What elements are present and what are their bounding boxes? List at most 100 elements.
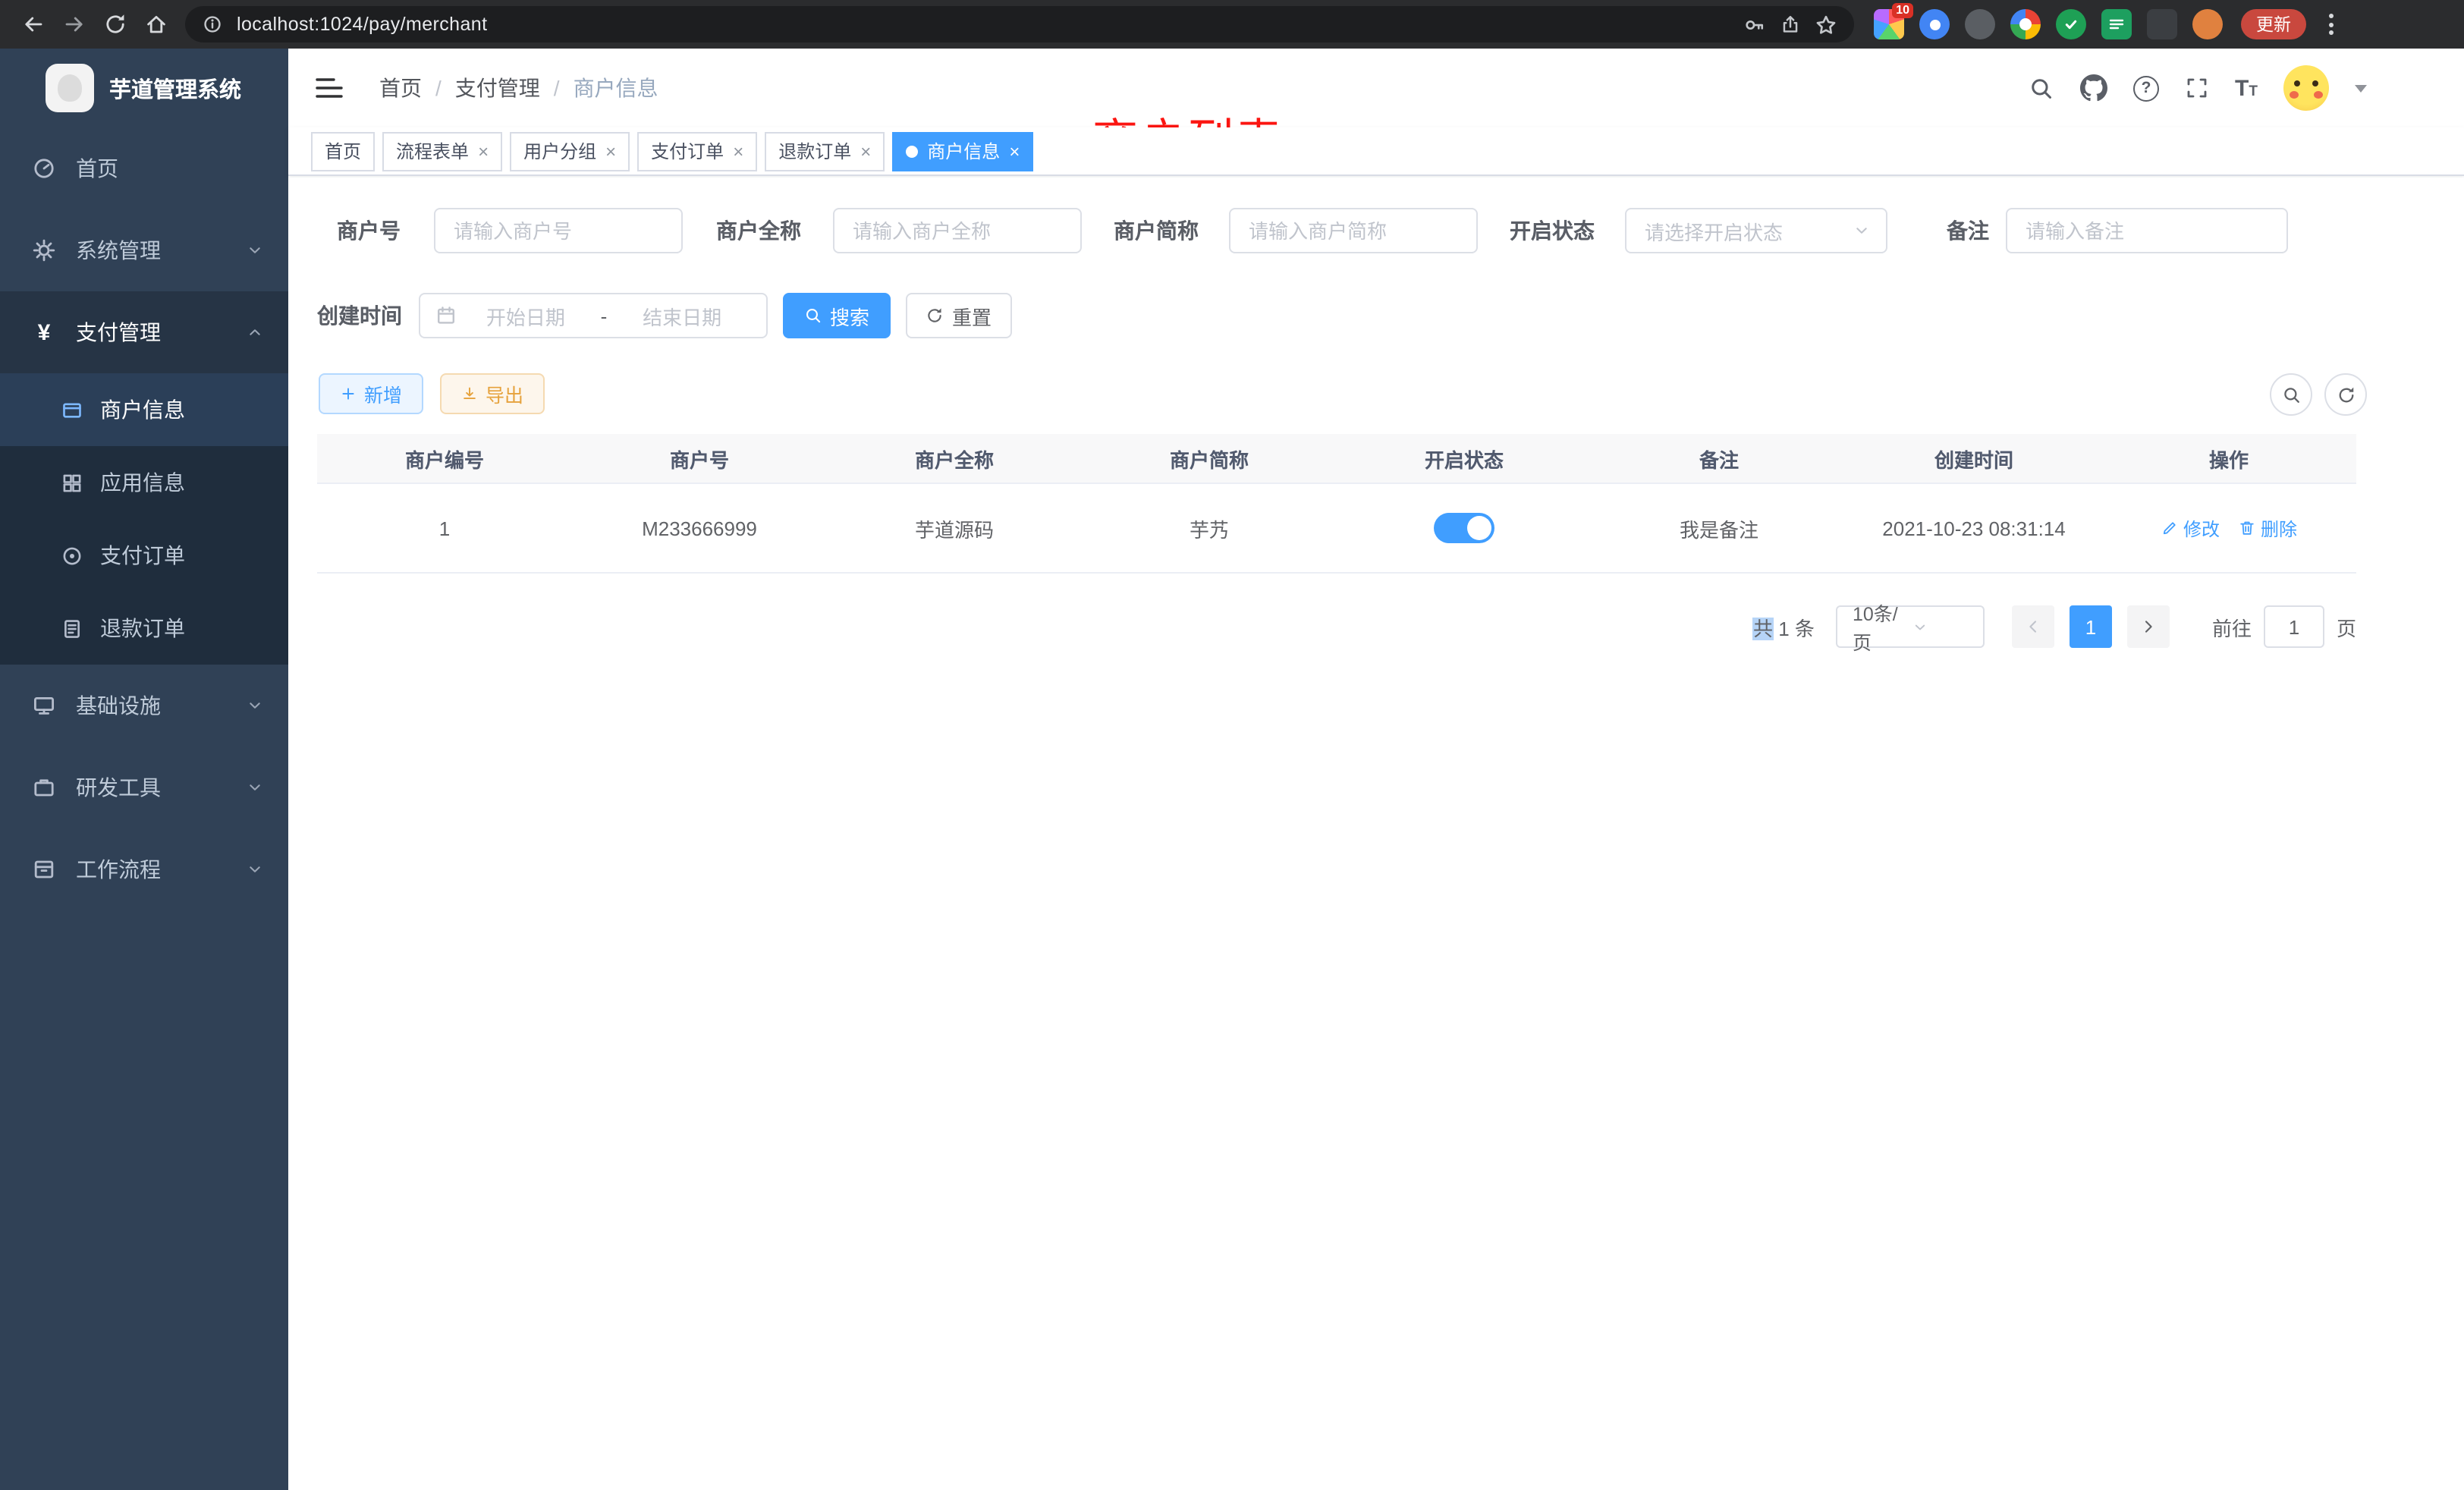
tab-close-icon[interactable]: × <box>605 142 616 160</box>
extension-sheet-icon[interactable] <box>2101 9 2132 39</box>
active-tab-dot <box>906 145 918 157</box>
merchant-name-input[interactable] <box>833 208 1082 253</box>
tab-user-group[interactable]: 用户分组 × <box>510 131 630 171</box>
export-button[interactable]: 导出 <box>440 373 545 414</box>
address-bar[interactable]: localhost:1024/pay/merchant <box>185 6 1854 42</box>
extension-puzzle-icon[interactable] <box>2147 9 2177 39</box>
total-count-rest: 1 条 <box>1773 617 1815 640</box>
tab-close-icon[interactable]: × <box>733 142 743 160</box>
help-icon[interactable]: ? <box>2133 75 2159 101</box>
chevron-up-icon <box>246 323 264 341</box>
extension-dark-icon[interactable] <box>1965 9 1995 39</box>
refresh-icon-button[interactable] <box>2324 373 2367 416</box>
date-start-placeholder: 开始日期 <box>457 301 595 330</box>
yen-icon: ¥ <box>29 321 59 344</box>
sidebar-item-label: 商户信息 <box>100 395 185 425</box>
extension-color-wheel-icon[interactable] <box>2010 9 2041 39</box>
sidebar-item-workflow[interactable]: 工作流程 <box>0 828 288 910</box>
tab-close-icon[interactable]: × <box>860 142 871 160</box>
sidebar-item-merchant-info[interactable]: 商户信息 <box>0 373 288 446</box>
page-size-value: 10条/页 <box>1853 598 1912 655</box>
main-content: 商户号 商户全称 商户简称 开启状态 请选择开启状态 备注 创建时间 开始日期 … <box>288 178 2464 1490</box>
bookmark-star-icon[interactable] <box>1815 13 1837 36</box>
prev-page-button[interactable] <box>2012 605 2054 648</box>
sidebar-item-app-info[interactable]: 应用信息 <box>0 446 288 519</box>
fullscreen-icon[interactable] <box>2185 76 2209 100</box>
add-button[interactable]: 新增 <box>319 373 423 414</box>
search-button[interactable]: 搜索 <box>783 293 891 338</box>
share-icon[interactable] <box>1780 14 1801 35</box>
sidebar: 芋道管理系统 首页 系统管理 ¥ 支付管理 <box>0 49 288 1490</box>
delete-link[interactable]: 删除 <box>2238 515 2297 541</box>
tab-merchant-info[interactable]: 商户信息 × <box>892 131 1033 171</box>
table-header: 开启状态 <box>1337 434 1592 483</box>
edit-link[interactable]: 修改 <box>2161 515 2220 541</box>
github-icon[interactable] <box>2080 74 2107 102</box>
status-select[interactable]: 请选择开启状态 <box>1625 208 1887 253</box>
avatar[interactable] <box>2283 65 2329 111</box>
extension-pin-icon[interactable] <box>1919 9 1950 39</box>
chrome-update-button[interactable]: 更新 <box>2241 9 2306 39</box>
sidebar-collapse-icon[interactable] <box>316 77 343 99</box>
briefcase-icon <box>29 775 59 800</box>
sidebar-item-payment[interactable]: ¥ 支付管理 <box>0 291 288 373</box>
breadcrumb-separator: / <box>554 76 560 100</box>
search-icon[interactable] <box>2029 75 2054 101</box>
font-size-large-glyph: T <box>2235 77 2249 99</box>
sidebar-item-system[interactable]: 系统管理 <box>0 209 288 291</box>
reset-button[interactable]: 重置 <box>906 293 1012 338</box>
delete-link-label: 删除 <box>2261 515 2297 541</box>
merchant-no-input[interactable] <box>434 208 683 253</box>
tab-home[interactable]: 首页 <box>311 131 375 171</box>
status-toggle[interactable] <box>1434 513 1494 543</box>
table-row: 1 M233666999 芋道源码 芋艿 我是备注 2021-10-23 08:… <box>317 484 2356 574</box>
sidebar-item-home[interactable]: 首页 <box>0 127 288 209</box>
browser-back-icon[interactable] <box>12 4 53 45</box>
cell-actions: 修改 删除 <box>2101 484 2356 572</box>
date-range-picker[interactable]: 开始日期 - 结束日期 <box>419 293 768 338</box>
remark-input[interactable] <box>2006 208 2288 253</box>
date-end-placeholder: 结束日期 <box>613 301 751 330</box>
url-text[interactable]: localhost:1024/pay/merchant <box>237 14 1730 35</box>
next-page-button[interactable] <box>2127 605 2170 648</box>
password-key-icon[interactable] <box>1743 13 1766 36</box>
browser-home-icon[interactable] <box>135 4 176 45</box>
sidebar-item-pay-order[interactable]: 支付订单 <box>0 519 288 592</box>
sidebar-item-label: 首页 <box>76 153 118 184</box>
sidebar-item-dev-tools[interactable]: 研发工具 <box>0 747 288 828</box>
sidebar-item-refund-order[interactable]: 退款订单 <box>0 592 288 665</box>
tab-process-form[interactable]: 流程表单 × <box>382 131 502 171</box>
cell-status <box>1337 484 1592 572</box>
avatar-dropdown-caret-icon[interactable] <box>2355 84 2367 92</box>
breadcrumb-item[interactable]: 支付管理 <box>455 73 540 103</box>
screenshot-root: localhost:1024/pay/merchant 10 <box>0 0 2464 1490</box>
sidebar-item-infrastructure[interactable]: 基础设施 <box>0 665 288 747</box>
browser-menu-icon[interactable] <box>2323 8 2340 41</box>
table-header: 商户号 <box>572 434 827 483</box>
tab-refund-order[interactable]: 退款订单 × <box>765 131 885 171</box>
browser-forward-icon[interactable] <box>53 4 94 45</box>
page-number-button[interactable]: 1 <box>2070 605 2112 648</box>
page-size-select[interactable]: 10条/页 <box>1836 605 1985 648</box>
filter-label-remark: 备注 <box>1947 208 1989 253</box>
cell-merchant-name: 芋道源码 <box>827 484 1082 572</box>
site-info-icon[interactable] <box>202 14 223 35</box>
extension-check-icon[interactable] <box>2056 9 2086 39</box>
sidebar-item-label: 基础设施 <box>76 690 161 721</box>
browser-reload-icon[interactable] <box>94 4 135 45</box>
extension-avatar-icon[interactable] <box>2192 9 2223 39</box>
tab-close-icon[interactable]: × <box>1009 142 1020 160</box>
font-size-icon[interactable]: TT <box>2235 77 2258 99</box>
hide-search-icon-button[interactable] <box>2270 373 2312 416</box>
breadcrumb-item[interactable]: 首页 <box>379 73 422 103</box>
goto-page-input[interactable] <box>2264 605 2324 648</box>
total-count-highlight: 共 <box>1753 617 1773 640</box>
help-glyph: ? <box>2142 79 2151 97</box>
merchant-short-input[interactable] <box>1229 208 1478 253</box>
extension-grid-icon[interactable]: 10 <box>1874 9 1904 39</box>
export-button-label: 导出 <box>486 379 523 408</box>
tab-close-icon[interactable]: × <box>478 142 489 160</box>
grid-icon <box>58 471 85 494</box>
cell-merchant-short: 芋艿 <box>1082 484 1337 572</box>
tab-pay-order[interactable]: 支付订单 × <box>637 131 757 171</box>
